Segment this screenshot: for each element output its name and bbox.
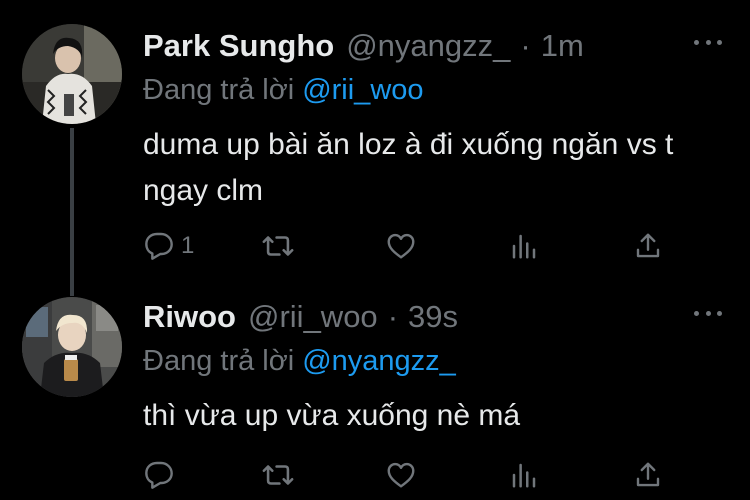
tweet-header: Park Sungho @nyangzz_ · 1m bbox=[143, 24, 584, 68]
share-button[interactable] bbox=[633, 226, 663, 266]
tweet-text: duma up bài ăn loz à đi xuống ngăn vs t … bbox=[143, 128, 674, 207]
retweet-icon bbox=[262, 236, 294, 256]
mention-link[interactable]: @rii_woo bbox=[302, 74, 423, 106]
user-handle[interactable]: @nyangzz_ bbox=[346, 24, 510, 68]
replying-prefix: Đang trả lời bbox=[143, 74, 295, 106]
share-icon bbox=[636, 233, 660, 258]
reply-button[interactable] bbox=[143, 455, 181, 495]
reply-icon bbox=[145, 232, 173, 260]
reply-count: 1 bbox=[181, 232, 195, 259]
like-icon bbox=[387, 233, 415, 259]
analytics-button[interactable] bbox=[509, 226, 539, 266]
tweet-2[interactable]: Riwoo @rii_woo · 39s Đang trả lời @nyangz… bbox=[0, 295, 750, 500]
user-handle[interactable]: @rii_woo bbox=[248, 295, 378, 339]
analytics-icon bbox=[512, 234, 536, 259]
display-name[interactable]: Park Sungho bbox=[143, 24, 334, 68]
timestamp[interactable]: 39s bbox=[408, 295, 458, 339]
display-name[interactable]: Riwoo bbox=[143, 295, 236, 339]
retweet-button[interactable] bbox=[261, 226, 301, 266]
replying-to: Đang trả lời @rii_woo bbox=[143, 70, 424, 110]
analytics-icon bbox=[512, 463, 536, 488]
retweet-button[interactable] bbox=[261, 455, 301, 495]
like-icon bbox=[387, 462, 415, 488]
replying-prefix: Đang trả lời bbox=[143, 345, 295, 377]
more-icon[interactable] bbox=[694, 307, 722, 319]
share-icon bbox=[636, 462, 660, 487]
avatar[interactable] bbox=[22, 24, 122, 124]
like-button[interactable] bbox=[385, 226, 423, 266]
tweet-text: thì vừa up vừa xuống nè má bbox=[143, 399, 521, 432]
action-bar bbox=[143, 455, 683, 495]
more-icon[interactable] bbox=[694, 36, 722, 48]
action-bar: 1 bbox=[143, 226, 683, 266]
mention-link[interactable]: @nyangzz_ bbox=[302, 345, 456, 377]
analytics-button[interactable] bbox=[509, 455, 539, 495]
retweet-icon bbox=[262, 465, 294, 485]
separator: · bbox=[387, 299, 399, 334]
replying-to: Đang trả lời @nyangzz_ bbox=[143, 341, 456, 381]
tweet-1[interactable]: Park Sungho @nyangzz_ · 1m Đang trả lời @… bbox=[0, 24, 750, 274]
reply-icon bbox=[145, 461, 173, 489]
timestamp[interactable]: 1m bbox=[541, 24, 584, 68]
share-button[interactable] bbox=[633, 455, 663, 495]
separator: · bbox=[520, 28, 531, 63]
reply-button[interactable]: 1 bbox=[143, 226, 194, 266]
like-button[interactable] bbox=[385, 455, 423, 495]
avatar[interactable] bbox=[22, 297, 122, 397]
tweet-header: Riwoo @rii_woo · 39s bbox=[143, 295, 458, 339]
